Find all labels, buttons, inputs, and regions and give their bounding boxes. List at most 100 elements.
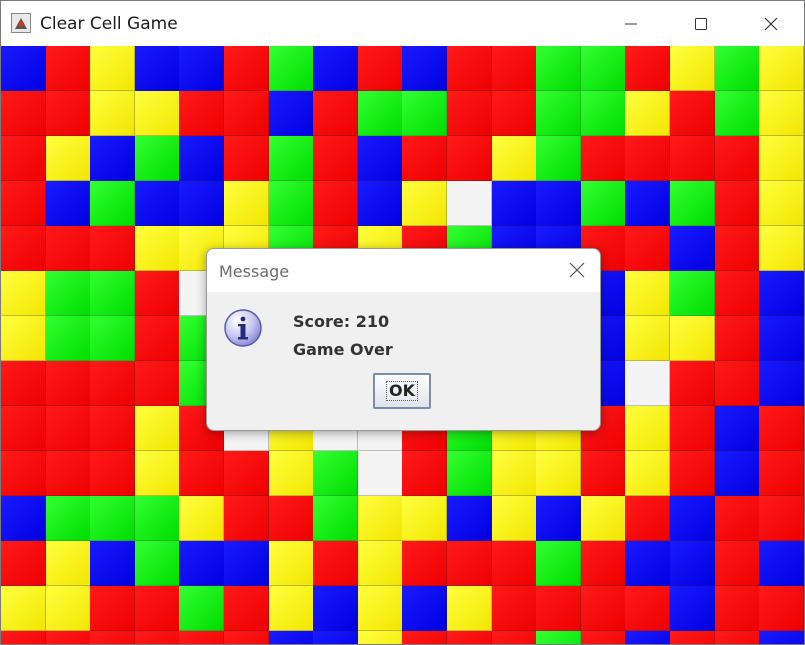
cell-blue[interactable]	[759, 271, 804, 316]
cell-red[interactable]	[313, 136, 359, 181]
cell-red[interactable]	[134, 631, 180, 644]
cell-red[interactable]	[45, 361, 91, 406]
cell-red[interactable]	[45, 91, 91, 136]
cell-red[interactable]	[90, 226, 136, 271]
cell-red[interactable]	[670, 361, 715, 406]
cell-red[interactable]	[90, 451, 136, 496]
cell-red[interactable]	[447, 46, 492, 91]
cell-blue[interactable]	[714, 406, 760, 451]
cell-red[interactable]	[179, 451, 225, 496]
cell-yellow[interactable]	[179, 496, 225, 541]
cell-yellow[interactable]	[491, 136, 537, 181]
cell-yellow[interactable]	[580, 496, 626, 541]
cell-green[interactable]	[313, 496, 359, 541]
cell-red[interactable]	[714, 541, 760, 586]
cell-blue[interactable]	[759, 316, 804, 361]
cell-green[interactable]	[580, 91, 626, 136]
maximize-button[interactable]	[678, 1, 724, 46]
cell-green[interactable]	[45, 271, 91, 316]
cell-red[interactable]	[714, 586, 760, 631]
cell-empty[interactable]	[625, 361, 671, 406]
cell-yellow[interactable]	[134, 226, 180, 271]
cell-blue[interactable]	[759, 541, 804, 586]
cell-green[interactable]	[179, 586, 225, 631]
cell-red[interactable]	[313, 91, 359, 136]
cell-red[interactable]	[714, 316, 760, 361]
cell-yellow[interactable]	[357, 631, 403, 644]
cell-red[interactable]	[357, 46, 403, 91]
title-bar[interactable]: Clear Cell Game	[1, 1, 804, 46]
cell-blue[interactable]	[670, 226, 715, 271]
cell-blue[interactable]	[402, 586, 448, 631]
cell-red[interactable]	[313, 181, 359, 226]
cell-green[interactable]	[402, 91, 448, 136]
cell-yellow[interactable]	[357, 541, 403, 586]
cell-red[interactable]	[1, 91, 46, 136]
cell-red[interactable]	[670, 136, 715, 181]
cell-blue[interactable]	[625, 631, 671, 644]
cell-red[interactable]	[224, 46, 269, 91]
cell-blue[interactable]	[313, 586, 359, 631]
cell-red[interactable]	[714, 226, 760, 271]
cell-red[interactable]	[580, 586, 626, 631]
cell-blue[interactable]	[670, 586, 715, 631]
cell-green[interactable]	[134, 496, 180, 541]
cell-red[interactable]	[670, 451, 715, 496]
cell-yellow[interactable]	[759, 181, 804, 226]
cell-red[interactable]	[759, 586, 804, 631]
cell-red[interactable]	[670, 91, 715, 136]
cell-yellow[interactable]	[625, 406, 671, 451]
cell-red[interactable]	[268, 496, 314, 541]
cell-red[interactable]	[313, 541, 359, 586]
cell-yellow[interactable]	[90, 91, 136, 136]
cell-red[interactable]	[447, 541, 492, 586]
cell-red[interactable]	[491, 541, 537, 586]
cell-yellow[interactable]	[134, 451, 180, 496]
cell-yellow[interactable]	[625, 91, 671, 136]
cell-red[interactable]	[90, 631, 136, 644]
cell-blue[interactable]	[1, 46, 46, 91]
cell-yellow[interactable]	[670, 46, 715, 91]
cell-red[interactable]	[714, 631, 760, 644]
cell-blue[interactable]	[536, 496, 582, 541]
cell-red[interactable]	[90, 406, 136, 451]
cell-green[interactable]	[536, 136, 582, 181]
cell-red[interactable]	[625, 46, 671, 91]
cell-red[interactable]	[402, 451, 448, 496]
cell-red[interactable]	[1, 181, 46, 226]
cell-red[interactable]	[224, 496, 269, 541]
cell-blue[interactable]	[179, 136, 225, 181]
cell-yellow[interactable]	[536, 451, 582, 496]
cell-red[interactable]	[45, 46, 91, 91]
cell-red[interactable]	[670, 406, 715, 451]
cell-red[interactable]	[402, 136, 448, 181]
cell-green[interactable]	[268, 46, 314, 91]
cell-blue[interactable]	[90, 541, 136, 586]
cell-yellow[interactable]	[402, 496, 448, 541]
cell-yellow[interactable]	[670, 316, 715, 361]
cell-yellow[interactable]	[759, 91, 804, 136]
cell-red[interactable]	[625, 226, 671, 271]
cell-green[interactable]	[90, 181, 136, 226]
cell-blue[interactable]	[536, 181, 582, 226]
cell-yellow[interactable]	[1, 271, 46, 316]
cell-blue[interactable]	[447, 496, 492, 541]
cell-green[interactable]	[536, 631, 582, 644]
cell-red[interactable]	[714, 271, 760, 316]
cell-blue[interactable]	[179, 46, 225, 91]
cell-blue[interactable]	[313, 631, 359, 644]
cell-blue[interactable]	[714, 451, 760, 496]
cell-yellow[interactable]	[45, 541, 91, 586]
cell-yellow[interactable]	[357, 496, 403, 541]
cell-green[interactable]	[134, 136, 180, 181]
cell-red[interactable]	[759, 496, 804, 541]
cell-red[interactable]	[1, 406, 46, 451]
cell-red[interactable]	[1, 541, 46, 586]
cell-yellow[interactable]	[134, 91, 180, 136]
dialog-close-button[interactable]	[562, 255, 592, 285]
cell-blue[interactable]	[134, 46, 180, 91]
cell-blue[interactable]	[759, 361, 804, 406]
cell-red[interactable]	[491, 586, 537, 631]
cell-red[interactable]	[580, 136, 626, 181]
cell-red[interactable]	[45, 631, 91, 644]
